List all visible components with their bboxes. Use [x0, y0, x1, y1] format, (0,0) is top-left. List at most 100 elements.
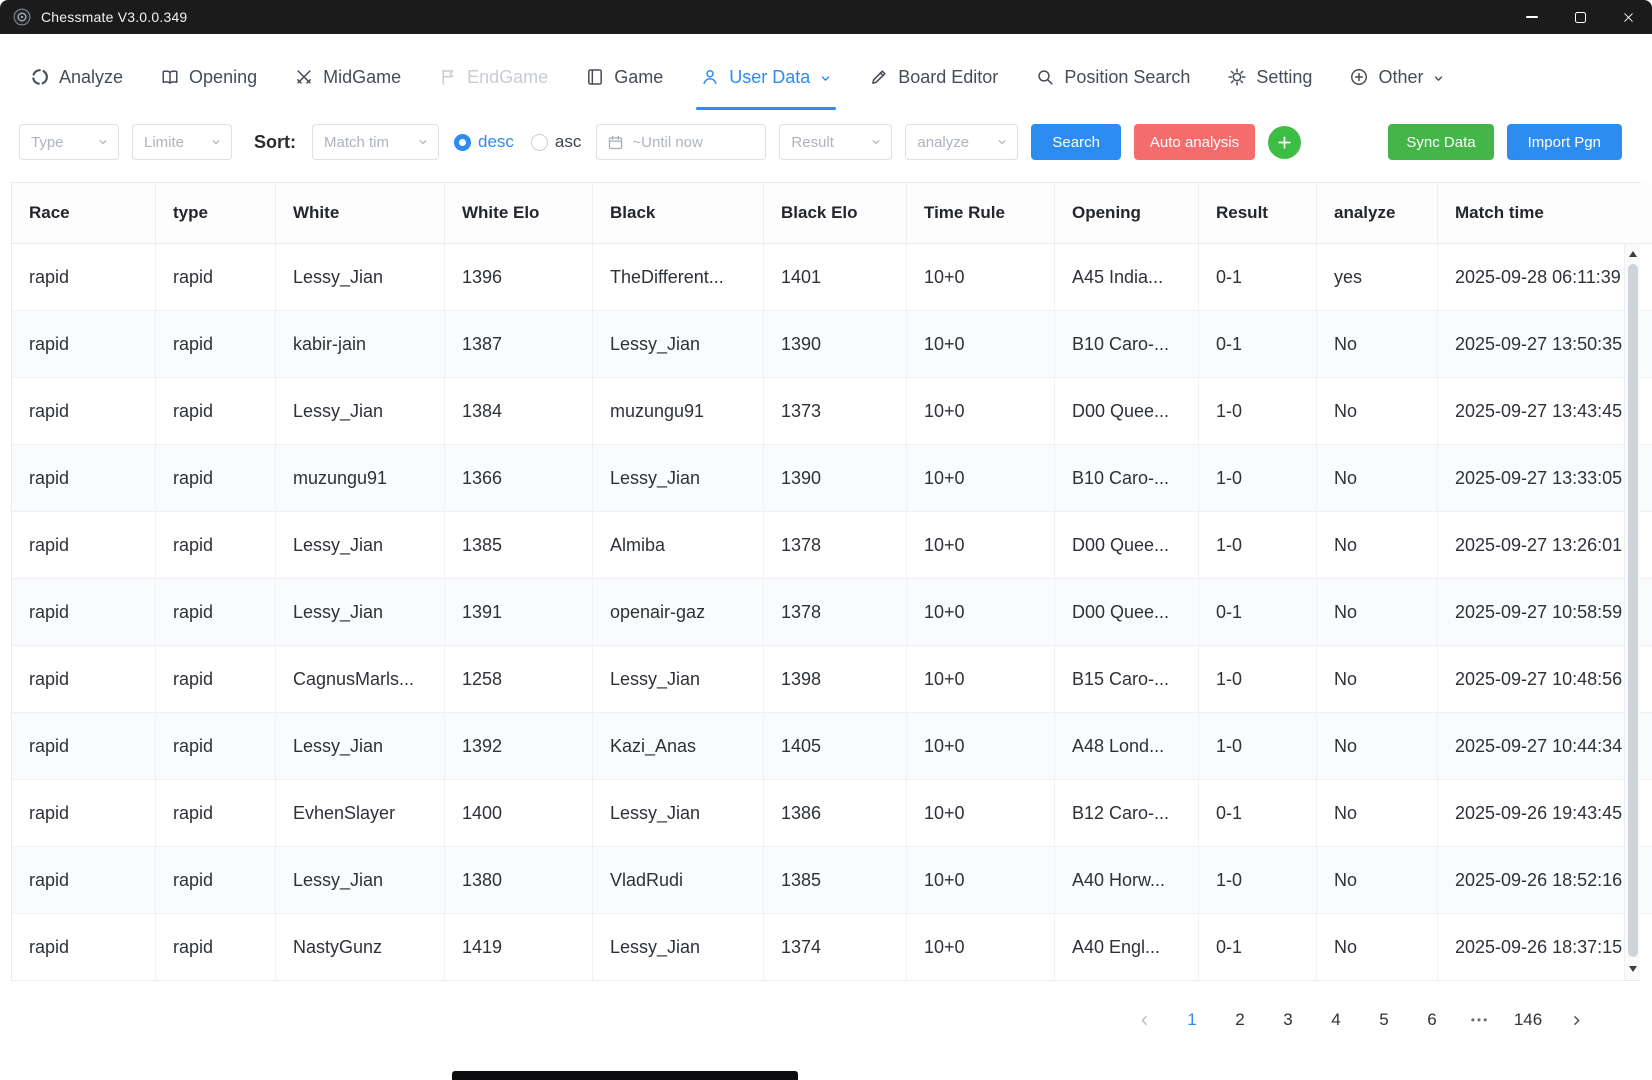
tab-label: EndGame	[467, 67, 548, 88]
vertical-scrollbar[interactable]	[1624, 244, 1640, 979]
prev-page-button[interactable]	[1125, 1003, 1163, 1037]
date-range-input[interactable]: ~Until now	[596, 124, 766, 160]
tab-label: MidGame	[323, 67, 401, 88]
plus-icon	[1276, 134, 1293, 151]
page-button-4[interactable]: 4	[1317, 1003, 1355, 1037]
cell-white-elo: 1400	[445, 780, 593, 847]
sort-asc-radio[interactable]	[531, 134, 548, 151]
page-button-1[interactable]: 1	[1173, 1003, 1211, 1037]
maximize-icon	[1575, 12, 1586, 23]
table-row: rapidrapidEvhenSlayer1400Lessy_Jian13861…	[12, 780, 1652, 847]
scroll-up-button[interactable]	[1625, 246, 1640, 262]
cell-black-elo: 1390	[764, 311, 907, 378]
page-button-5[interactable]: 5	[1365, 1003, 1403, 1037]
minimize-button[interactable]	[1508, 0, 1556, 34]
tab-user-data[interactable]: User Data	[700, 44, 832, 110]
search-button[interactable]: Search	[1031, 124, 1121, 160]
cell-result: 1-0	[1199, 512, 1317, 579]
type-select[interactable]: Type	[19, 124, 119, 160]
title-bar: Chessmate V3.0.0.349	[0, 0, 1652, 34]
cell-time-rule: 10+0	[907, 311, 1055, 378]
sort-desc-radio[interactable]	[454, 134, 471, 151]
cell-white: CagnusMarls...	[276, 646, 445, 713]
cell-white: muzungu91	[276, 445, 445, 512]
main-nav: Analyze Opening MidGame EndGame Game User Dat…	[0, 44, 1652, 110]
cell-white: Lessy_Jian	[276, 378, 445, 445]
page-button-3[interactable]: 3	[1269, 1003, 1307, 1037]
cell-match-time: 2025-09-27 10:58:59	[1438, 579, 1652, 646]
cell-type: rapid	[156, 244, 276, 311]
sort-field-value: Match tim	[324, 134, 389, 151]
next-page-button[interactable]	[1557, 1003, 1595, 1037]
cell-white-elo: 1258	[445, 646, 593, 713]
tab-label: User Data	[729, 67, 810, 88]
cell-match-time: 2025-09-28 06:11:39	[1438, 244, 1652, 311]
analyze-select[interactable]: analyze	[905, 124, 1018, 160]
chevron-down-icon	[97, 136, 109, 148]
cell-opening: B12 Caro-...	[1055, 780, 1199, 847]
tab-other[interactable]: Other	[1349, 44, 1445, 110]
cell-time-rule: 10+0	[907, 713, 1055, 780]
close-button[interactable]	[1604, 0, 1652, 34]
cell-type: rapid	[156, 713, 276, 780]
add-button[interactable]	[1268, 126, 1301, 159]
cell-type: rapid	[156, 311, 276, 378]
cell-match-time: 2025-09-27 13:50:35	[1438, 311, 1652, 378]
sort-desc-option[interactable]: desc	[454, 132, 514, 152]
sort-asc-label: asc	[555, 132, 581, 152]
cell-black: Lessy_Jian	[593, 780, 764, 847]
tab-opening[interactable]: Opening	[160, 44, 257, 110]
cell-analyze: No	[1317, 646, 1438, 713]
cell-race: rapid	[12, 445, 156, 512]
sort-asc-option[interactable]: asc	[531, 132, 581, 152]
cell-time-rule: 10+0	[907, 445, 1055, 512]
tab-position-search[interactable]: Position Search	[1035, 44, 1190, 110]
cell-black: Kazi_Anas	[593, 713, 764, 780]
page-button-2[interactable]: 2	[1221, 1003, 1259, 1037]
tab-midgame[interactable]: MidGame	[294, 44, 401, 110]
cell-white-elo: 1384	[445, 378, 593, 445]
chevron-down-icon	[417, 136, 429, 148]
cell-opening: B10 Caro-...	[1055, 445, 1199, 512]
cell-analyze: No	[1317, 512, 1438, 579]
maximize-button[interactable]	[1556, 0, 1604, 34]
page-button-146[interactable]: 146	[1509, 1003, 1547, 1037]
column-header-result: Result	[1199, 183, 1317, 244]
column-header-type: type	[156, 183, 276, 244]
column-header-match-time: Match time	[1438, 183, 1652, 244]
page-button-6[interactable]: 6	[1413, 1003, 1451, 1037]
endgame-icon	[438, 67, 458, 87]
date-range-placeholder: ~Until now	[632, 134, 702, 151]
cell-time-rule: 10+0	[907, 512, 1055, 579]
tab-setting[interactable]: Setting	[1227, 44, 1312, 110]
pagination: 123456 ••• 146	[0, 1003, 1595, 1037]
sort-field-select[interactable]: Match tim	[312, 124, 439, 160]
cell-white: Lessy_Jian	[276, 244, 445, 311]
cell-black: Lessy_Jian	[593, 445, 764, 512]
analyze-select-value: analyze	[917, 134, 969, 151]
tab-label: Board Editor	[898, 67, 998, 88]
tab-game[interactable]: Game	[585, 44, 663, 110]
tab-endgame[interactable]: EndGame	[438, 44, 548, 110]
cell-black: TheDifferent...	[593, 244, 764, 311]
cell-opening: D00 Quee...	[1055, 512, 1199, 579]
result-select[interactable]: Result	[779, 124, 892, 160]
scrollbar-thumb[interactable]	[1628, 264, 1638, 957]
page-ellipsis[interactable]: •••	[1461, 1003, 1499, 1037]
cell-black-elo: 1385	[764, 847, 907, 914]
chevron-down-icon	[210, 136, 222, 148]
sync-data-button[interactable]: Sync Data	[1388, 124, 1493, 160]
import-pgn-button[interactable]: Import Pgn	[1507, 124, 1622, 160]
column-header-black: Black	[593, 183, 764, 244]
scroll-down-button[interactable]	[1625, 961, 1640, 977]
cell-match-time: 2025-09-27 10:48:56	[1438, 646, 1652, 713]
user-icon	[700, 67, 720, 87]
limit-select[interactable]: Limite	[132, 124, 232, 160]
pencil-icon	[869, 67, 889, 87]
tab-analyze[interactable]: Analyze	[30, 44, 123, 110]
tab-board-editor[interactable]: Board Editor	[869, 44, 998, 110]
cell-match-time: 2025-09-27 13:33:05	[1438, 445, 1652, 512]
cell-black: muzungu91	[593, 378, 764, 445]
sort-desc-label: desc	[478, 132, 514, 152]
auto-analysis-button[interactable]: Auto analysis	[1134, 124, 1255, 160]
